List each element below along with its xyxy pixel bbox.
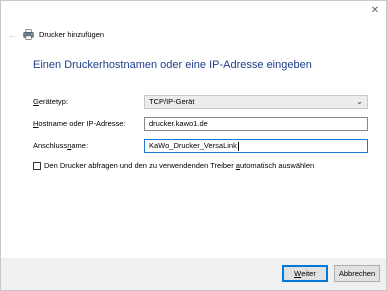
close-icon[interactable]: ✕	[369, 4, 381, 16]
query-printer-label: Den Drucker abfragen und den zu verwende…	[44, 161, 315, 170]
device-type-label: Gerätetyp:	[33, 97, 69, 106]
page-heading: Einen Druckerhostnamen oder eine IP-Adre…	[33, 59, 312, 71]
window-title: Drucker hinzufügen	[39, 30, 105, 39]
add-printer-dialog: ✕ ← Drucker hinzufügen Einen Druckerhost…	[0, 0, 387, 291]
query-printer-checkbox[interactable]	[33, 161, 41, 170]
hostname-value: drucker.kawo1.de	[149, 119, 208, 128]
printer-icon	[23, 29, 34, 40]
dialog-footer: Weiter Abbrechen	[1, 258, 386, 290]
text-caret	[237, 141, 239, 151]
window-title-bar: Drucker hinzufügen	[23, 29, 104, 40]
device-type-select[interactable]: TCP/IP-Gerät ⌄	[144, 95, 368, 109]
next-button[interactable]: Weiter	[282, 265, 328, 282]
port-name-label: Anschlussname:	[33, 141, 89, 150]
port-name-input[interactable]: KaWo_Drucker_VersaLink	[144, 139, 368, 153]
port-name-value: KaWo_Drucker_VersaLink	[149, 141, 237, 150]
back-arrow-icon[interactable]: ←	[7, 30, 17, 40]
device-type-value: TCP/IP-Gerät	[149, 97, 195, 106]
hostname-input[interactable]: drucker.kawo1.de	[144, 117, 368, 131]
query-printer-option[interactable]: Den Drucker abfragen und den zu verwende…	[33, 161, 314, 170]
cancel-button[interactable]: Abbrechen	[334, 265, 380, 282]
chevron-down-icon: ⌄	[356, 97, 363, 106]
hostname-label: Hostname oder IP-Adresse:	[33, 119, 126, 128]
